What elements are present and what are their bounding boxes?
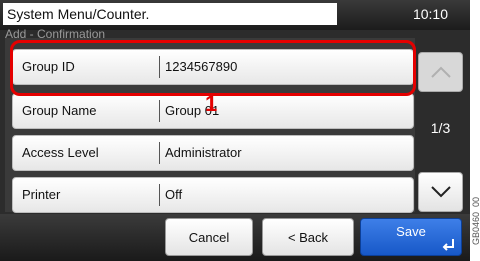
- back-button[interactable]: < Back: [262, 218, 354, 256]
- row-divider: [159, 100, 160, 122]
- scroll-down-button[interactable]: [418, 172, 463, 212]
- device-panel: System Menu/Counter. 10:10 Add - Confirm…: [0, 0, 470, 261]
- row-value: Off: [165, 187, 183, 202]
- row-printer[interactable]: Printer Off: [12, 177, 414, 213]
- top-bar: System Menu/Counter. 10:10 Add - Confirm…: [0, 0, 470, 41]
- cancel-button[interactable]: Cancel: [165, 218, 253, 256]
- row-access-level[interactable]: Access Level Administrator: [12, 135, 414, 171]
- chevron-down-icon: [430, 186, 451, 198]
- save-label: Save: [396, 223, 426, 239]
- figure-code: GB0460_00: [471, 0, 480, 261]
- page-indicator: 1/3: [430, 120, 451, 136]
- callout-number: 1: [205, 91, 218, 116]
- scroll-up-button[interactable]: [418, 52, 463, 92]
- figure-code-label: GB0460_00: [471, 196, 480, 245]
- row-divider: [159, 184, 160, 206]
- clock: 10:10: [412, 6, 448, 22]
- row-divider: [159, 142, 160, 164]
- chevron-up-icon: [430, 66, 451, 78]
- row-label: Group Name: [22, 103, 97, 118]
- save-button[interactable]: Save: [360, 218, 462, 256]
- row-label: Access Level: [22, 145, 99, 160]
- row-value: Administrator: [165, 145, 242, 160]
- enter-icon: [442, 239, 454, 251]
- highlight-box: [10, 40, 416, 96]
- row-label: Printer: [22, 187, 61, 202]
- screen-title: System Menu/Counter.: [3, 3, 337, 25]
